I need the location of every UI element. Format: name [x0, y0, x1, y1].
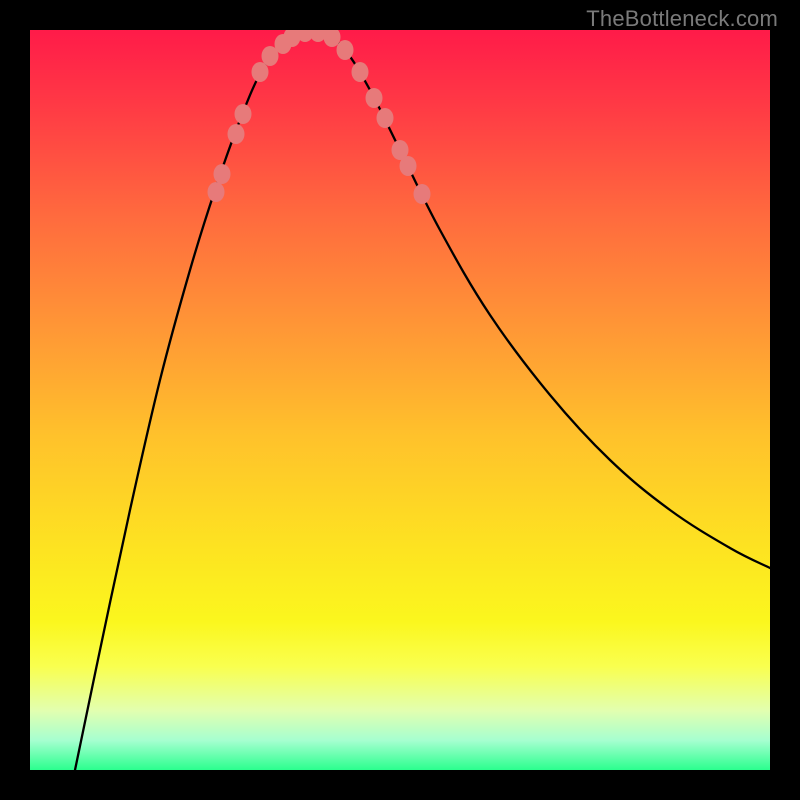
marker-dot	[337, 40, 354, 60]
plot-svg	[30, 30, 770, 770]
marker-dot	[208, 182, 225, 202]
marker-dot	[352, 62, 369, 82]
plot-frame	[30, 30, 770, 770]
marker-dot	[400, 156, 417, 176]
marker-dot	[252, 62, 269, 82]
marker-dot	[228, 124, 245, 144]
marker-dot	[377, 108, 394, 128]
marker-dot	[366, 88, 383, 108]
marker-dot	[214, 164, 231, 184]
marker-dot	[235, 104, 252, 124]
marker-dot	[414, 184, 431, 204]
watermark-text: TheBottleneck.com	[586, 6, 778, 32]
